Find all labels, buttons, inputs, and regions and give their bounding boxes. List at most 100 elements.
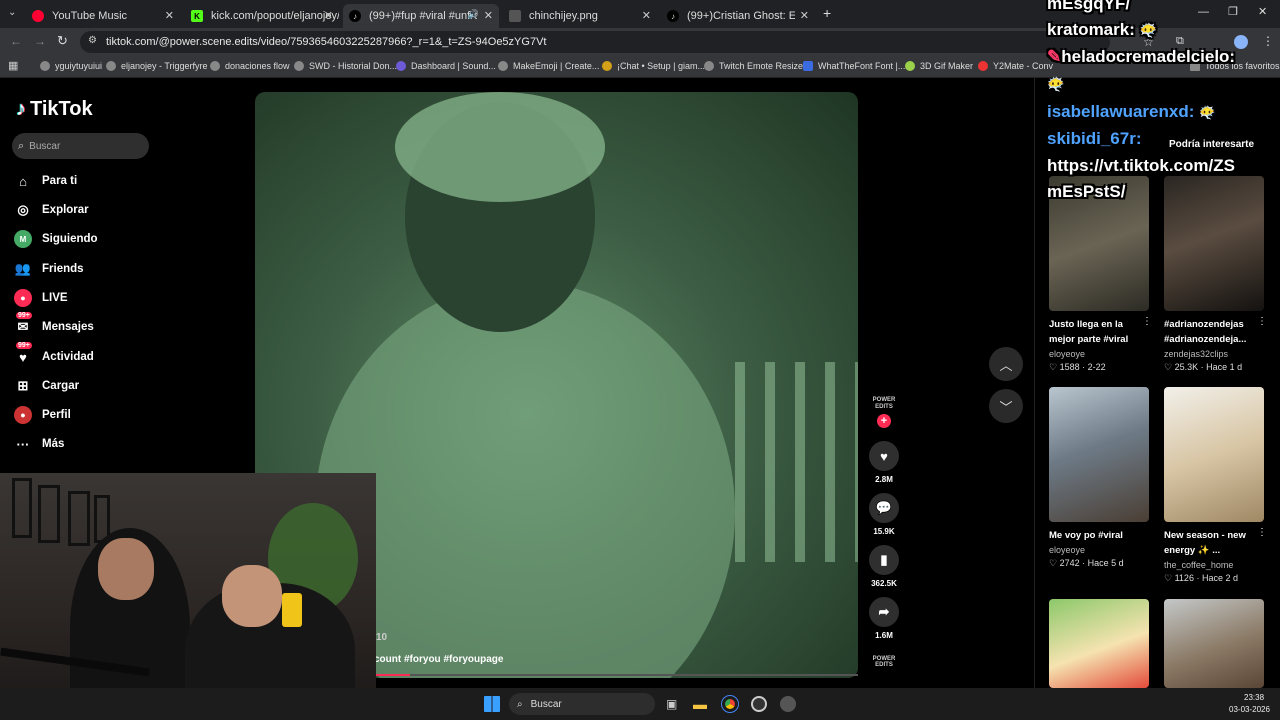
task-view-icon[interactable]: ▣ [666, 697, 677, 711]
bookmark-item[interactable]: ¡Chat • Setup | giam... [602, 61, 705, 71]
search-icon: ⌕ [517, 698, 523, 710]
bookmark-item[interactable]: yguiytuyuiui [40, 61, 102, 71]
following-avatar-icon: M [14, 230, 32, 248]
video-card[interactable]: New season - new energy ✨ ... the_coffee… [1164, 387, 1267, 584]
video-figure-body [315, 282, 735, 678]
taskbar-search[interactable]: ⌕ Buscar [509, 693, 655, 715]
profile-icon: ● [14, 406, 32, 424]
bookmark-icon [106, 61, 116, 71]
address-bar[interactable]: ⚙ tiktok.com/@power.scene.edits/video/75… [80, 31, 1110, 53]
menu-icon[interactable]: ⋮ [1262, 34, 1274, 48]
close-icon[interactable]: ✕ [484, 9, 493, 22]
clock-time[interactable]: 23:38 [1244, 693, 1264, 702]
tab-youtube-music[interactable]: YouTube Music ✕ [26, 4, 180, 28]
more-icon: ··· [16, 436, 30, 452]
kick-icon: K [191, 10, 203, 22]
next-video-button[interactable]: ﹀ [989, 389, 1023, 423]
suggestions-title: Podría interesarte [1169, 139, 1255, 150]
bookmark-icon [602, 61, 612, 71]
close-icon[interactable]: ✕ [324, 9, 333, 22]
reload-icon[interactable]: ↻ [57, 33, 68, 49]
search-input[interactable]: ⌕ Buscar [12, 133, 149, 159]
tiktok-icon: ♪ [667, 10, 679, 22]
bookmark-item[interactable]: eljanojey - Triggerfyre [106, 61, 208, 71]
video-progress-track[interactable] [376, 674, 858, 676]
save-button[interactable]: ▮ 362.5K [866, 545, 902, 588]
nav-friends[interactable]: 👥 Friends [14, 260, 84, 278]
chrome-icon[interactable] [721, 695, 739, 713]
new-tab-icon[interactable]: + [823, 5, 831, 21]
bookmark-item[interactable]: Twitch Emote Resizer [704, 61, 806, 71]
app-icon[interactable] [780, 696, 796, 712]
bookmark-item[interactable]: SWD - Historial Don... [294, 61, 397, 71]
nav-mensajes[interactable]: ✉ 99+ Mensajes [14, 312, 94, 336]
video-card[interactable]: Me voy po #viral eloyeoye ♡ 2742 · Hace … [1049, 387, 1149, 569]
live-icon: ● [14, 289, 32, 307]
creator-avatar[interactable]: POWER EDITS + [866, 397, 902, 428]
like-button[interactable]: ♥ 2.8M [866, 441, 902, 484]
video-thumbnail [1164, 176, 1264, 311]
close-icon[interactable]: ✕ [800, 9, 809, 22]
tab-tiktok-active[interactable]: ♪(99+)#fup #viral #unfreeze🔊✕ [343, 4, 499, 28]
tab-tiktok-2[interactable]: ♪(99+)Cristian Ghost: El Fenóme✕ [661, 4, 815, 28]
nav-explorar[interactable]: ◎ Explorar [14, 201, 88, 219]
more-options-icon[interactable]: ⋮ [1257, 527, 1267, 538]
bookmark-item[interactable]: Y2Mate - Conv [978, 61, 1053, 71]
nav-perfil[interactable]: ● Perfil [14, 406, 71, 424]
video-card[interactable] [1049, 599, 1149, 688]
video-card[interactable]: Justo llega en la mejor parte #viral elo… [1049, 176, 1152, 373]
file-explorer-icon[interactable]: ▬ [693, 696, 707, 712]
video-card[interactable] [1164, 599, 1264, 688]
clock-date[interactable]: 03-03-2026 [1229, 705, 1270, 714]
nav-cargar[interactable]: ⊞ Cargar [14, 377, 80, 395]
webcam-overlay [0, 473, 376, 720]
chevron-down-icon: ﹀ [999, 399, 1013, 415]
video-timestamp: 10 [376, 632, 388, 643]
comment-button[interactable]: 💬 15.9K [866, 493, 902, 536]
video-card[interactable]: #adrianozendejas #adrianozendeja... zend… [1164, 176, 1267, 373]
wall-frame [12, 478, 32, 538]
bookmark-item[interactable]: 3D Gif Maker [905, 61, 973, 71]
heart-outline-icon: ♡ [1164, 573, 1173, 583]
tab-search-icon[interactable]: ⌄ [8, 7, 16, 18]
bookmark-item[interactable]: MakeEmoji | Create... [498, 61, 599, 71]
share-button[interactable]: ➦ 1.6M [866, 597, 902, 640]
heart-outline-icon: ♡ [1164, 362, 1173, 372]
close-icon[interactable]: ✕ [165, 9, 174, 22]
nav-siguiendo[interactable]: M Siguiendo [14, 230, 98, 248]
more-options-icon[interactable]: ⋮ [1142, 316, 1152, 327]
bookmark-icon [704, 61, 714, 71]
back-icon[interactable]: ← [10, 34, 22, 48]
bookmark-item[interactable]: donaciones flow [210, 61, 290, 71]
sound-disc[interactable]: POWER EDITS [866, 656, 902, 668]
bookmark-icon [978, 61, 988, 71]
profile-avatar[interactable] [1234, 35, 1248, 49]
bookmark-item[interactable]: WhatTheFont Font |... [803, 61, 905, 71]
previous-video-button[interactable]: ︿ [989, 347, 1023, 381]
bookmark-icon [210, 61, 220, 71]
site-info-icon[interactable]: ⚙ [88, 35, 97, 46]
close-window-icon[interactable]: ✕ [1258, 5, 1267, 18]
wall-frame [38, 485, 60, 543]
speaker-icon[interactable]: 🔊 [468, 9, 479, 20]
minimize-icon[interactable]: — [1198, 6, 1209, 18]
windows-start-icon[interactable] [484, 696, 500, 712]
chat-line: mEsPstS/ [1047, 182, 1126, 201]
forward-icon[interactable]: → [34, 34, 46, 48]
nav-para-ti[interactable]: ⌂ Para ti [14, 172, 77, 190]
nav-actividad[interactable]: ♥ 99+ Actividad [14, 342, 94, 366]
close-icon[interactable]: ✕ [642, 9, 651, 22]
tab-image[interactable]: chinchijey.png ✕ [503, 4, 657, 28]
nav-mas[interactable]: ··· Más [14, 435, 65, 453]
nav-live[interactable]: ● LIVE [14, 289, 68, 307]
follow-plus-icon[interactable]: + [877, 414, 891, 428]
tab-kick[interactable]: Kkick.com/popout/eljanojey/cha✕ [185, 4, 339, 28]
obs-icon[interactable] [751, 696, 767, 712]
tiktok-logo[interactable]: ♪ TikTok [16, 98, 93, 121]
maximize-icon[interactable]: ❐ [1228, 5, 1238, 18]
heart-outline-icon: ♡ [1049, 362, 1058, 372]
bookmark-item[interactable]: Dashboard | Sound... [396, 61, 496, 71]
more-options-icon[interactable]: ⋮ [1257, 316, 1267, 327]
apps-icon[interactable]: ▦ [8, 59, 18, 72]
video-caption[interactable]: count #foryou #foryoupage [374, 654, 503, 665]
